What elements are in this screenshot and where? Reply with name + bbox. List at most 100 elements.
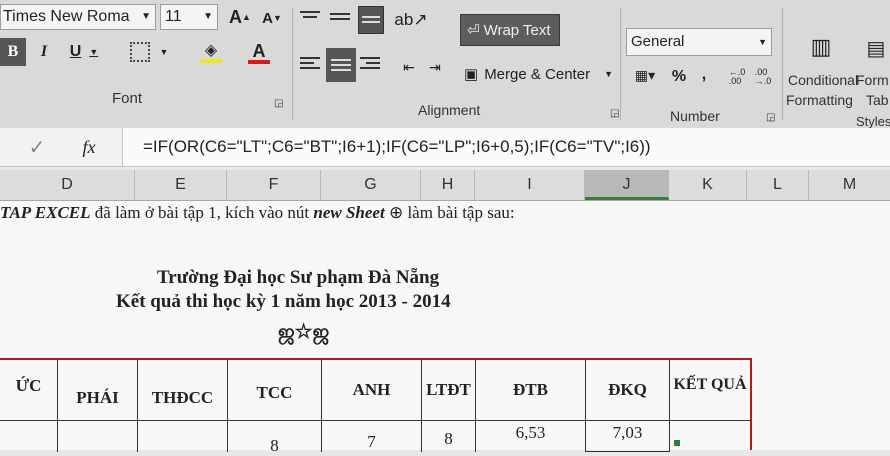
font-name-box[interactable]: Times New Roma ▼ xyxy=(0,4,156,30)
column-header-M[interactable]: M xyxy=(809,170,890,200)
header-cell-uc[interactable]: ỨC xyxy=(0,360,58,420)
font-size-box[interactable]: 11 ▼ xyxy=(160,4,218,30)
align-middle-button[interactable] xyxy=(330,10,352,30)
table-cell[interactable]: 8 xyxy=(228,420,322,455)
table-cell[interactable]: 8 xyxy=(422,420,476,452)
header-cell-anh[interactable]: ANH xyxy=(322,360,422,420)
wrap-text-button[interactable]: ⏎ Wrap Text xyxy=(460,14,560,46)
italic-label: I xyxy=(40,43,48,60)
underline-button[interactable]: U ▼ xyxy=(62,38,106,66)
instruction-text: TAP EXCEL đã làm ở bài tập 1, kích vào n… xyxy=(0,203,515,223)
alignment-dialog-launcher-icon[interactable]: ◲ xyxy=(610,108,619,119)
table-cell[interactable] xyxy=(670,420,750,452)
conditional-formatting-label[interactable]: Conditional xyxy=(788,72,858,88)
orientation-icon[interactable]: ab↗ xyxy=(394,8,427,32)
group-separator xyxy=(782,8,783,120)
shrink-font-button[interactable]: A ▼ xyxy=(258,6,286,30)
font-color-bar xyxy=(248,60,270,64)
percent-button[interactable]: % xyxy=(668,66,690,88)
format-as-table-label-2[interactable]: Tab xyxy=(866,92,889,108)
wrap-text-label: Wrap Text xyxy=(483,21,551,39)
number-dialog-launcher-icon[interactable]: ◲ xyxy=(766,112,775,123)
check-icon[interactable]: ✓ xyxy=(24,134,50,160)
header-cell-tcc[interactable]: TCC xyxy=(228,360,322,420)
align-right-button[interactable] xyxy=(360,54,382,76)
accounting-format-icon[interactable]: ▦▾ xyxy=(628,64,662,86)
instruction-end: ⊕ làm bài tập sau: xyxy=(384,203,515,222)
results-table: ỨC PHÁI THĐCC TCC ANH LTĐT ĐTB ĐKQ KẾT Q… xyxy=(0,358,752,455)
header-cell-ket-qua[interactable]: KẾT QUẢ xyxy=(670,360,750,420)
styles-group-label: Styles xyxy=(856,114,890,129)
fill-color-bar xyxy=(200,59,222,63)
shrink-font-label: A xyxy=(262,9,273,27)
chevron-down-icon[interactable]: ▼ xyxy=(141,5,151,29)
header-cell-phai[interactable]: PHÁI xyxy=(58,360,138,420)
header-cell-dkq[interactable]: ĐKQ xyxy=(586,360,670,420)
comma-button[interactable]: , xyxy=(696,64,712,86)
format-as-table-label[interactable]: Form xyxy=(856,72,889,88)
column-header-K[interactable]: K xyxy=(669,170,747,200)
header-cell-thdcc[interactable]: THĐCC xyxy=(138,360,228,420)
grow-font-button[interactable]: A ▲ xyxy=(226,4,254,30)
table-cell[interactable]: 6,53 xyxy=(476,420,586,452)
header-cell-ltdt[interactable]: LTĐT xyxy=(422,360,476,420)
column-header-E[interactable]: E xyxy=(135,170,227,200)
formula-input[interactable]: =IF(OR(C6="LT";C6="BT";I6+1);IF(C6="LP";… xyxy=(122,128,890,166)
comma-label: , xyxy=(701,66,707,83)
column-header-F[interactable]: F xyxy=(227,170,321,200)
header-cell-dtb[interactable]: ĐTB xyxy=(476,360,586,420)
merge-center-label: Merge & Center xyxy=(484,65,591,83)
column-headers: D E F G H I J K L M xyxy=(0,170,890,201)
paint-bucket-icon: ◈ xyxy=(204,42,218,59)
italic-button[interactable]: I xyxy=(32,38,56,66)
chevron-down-icon[interactable]: ▼ xyxy=(758,29,767,55)
increase-decimal-icon[interactable]: ←.0.00 xyxy=(726,66,748,88)
conditional-formatting-label-2[interactable]: Formatting xyxy=(786,92,853,108)
align-left-button[interactable] xyxy=(300,54,322,76)
table-cell[interactable] xyxy=(58,420,138,452)
align-bottom-button[interactable] xyxy=(358,6,384,34)
chevron-down-icon[interactable]: ▼ xyxy=(203,5,213,29)
number-format-value: General xyxy=(631,33,685,50)
font-dialog-launcher-icon[interactable]: ◲ xyxy=(274,98,283,109)
bold-button[interactable]: B xyxy=(0,38,26,66)
decrease-indent-icon[interactable]: ⇤ xyxy=(398,56,420,78)
table-cell[interactable]: 7,03 xyxy=(586,420,670,452)
column-header-L[interactable]: L xyxy=(747,170,809,200)
borders-icon xyxy=(129,42,150,62)
number-format-box[interactable]: General ▼ xyxy=(626,28,772,56)
table-cell[interactable] xyxy=(0,420,58,452)
font-color-button[interactable]: A xyxy=(236,38,282,68)
formula-bar: ✓ fx =IF(OR(C6="LT";C6="BT";I6+1);IF(C6=… xyxy=(0,128,890,167)
chevron-down-icon[interactable]: ▼ xyxy=(160,47,169,57)
insert-function-button[interactable]: fx xyxy=(74,134,104,160)
formula-text: =IF(OR(C6="LT";C6="BT";I6+1);IF(C6="LP";… xyxy=(143,137,651,156)
decrease-decimal-icon[interactable]: .00 →.0 xyxy=(752,66,774,88)
increase-indent-icon[interactable]: ⇥ xyxy=(424,56,446,78)
underline-label: U xyxy=(69,43,82,60)
conditional-formatting-icon[interactable]: ▥ xyxy=(806,30,836,64)
table-cell[interactable] xyxy=(138,420,228,452)
column-header-H[interactable]: H xyxy=(421,170,475,200)
instruction-italic: new Sheet xyxy=(313,203,385,222)
fx-label: fx xyxy=(82,136,96,157)
borders-button[interactable]: ▼ xyxy=(126,38,172,66)
merge-icon: ▣ xyxy=(464,66,479,83)
ribbon: Times New Roma ▼ 11 ▼ A ▲ A ▼ ab↗ ⏎ Wrap T… xyxy=(0,0,890,129)
column-header-J[interactable]: J xyxy=(585,170,669,200)
align-top-button[interactable] xyxy=(300,8,322,28)
fill-color-button[interactable]: ◈ xyxy=(188,38,234,68)
fill-handle[interactable] xyxy=(674,440,680,446)
column-header-D[interactable]: D xyxy=(0,170,135,200)
format-as-table-icon[interactable]: ▤ xyxy=(864,34,888,62)
merge-center-button[interactable]: ▣ Merge & Center ▼ xyxy=(464,60,614,88)
align-center-button[interactable] xyxy=(326,48,356,82)
table-cell[interactable]: 7 xyxy=(322,420,422,452)
font-color-icon: A xyxy=(252,41,266,61)
group-separator xyxy=(292,8,293,120)
column-header-G[interactable]: G xyxy=(321,170,421,200)
school-title: Trường Đại học Sư phạm Đà Nẵng xyxy=(157,267,440,288)
column-header-I[interactable]: I xyxy=(475,170,585,200)
chevron-down-icon[interactable]: ▼ xyxy=(604,69,613,79)
chevron-down-icon[interactable]: ▼ xyxy=(89,47,98,57)
